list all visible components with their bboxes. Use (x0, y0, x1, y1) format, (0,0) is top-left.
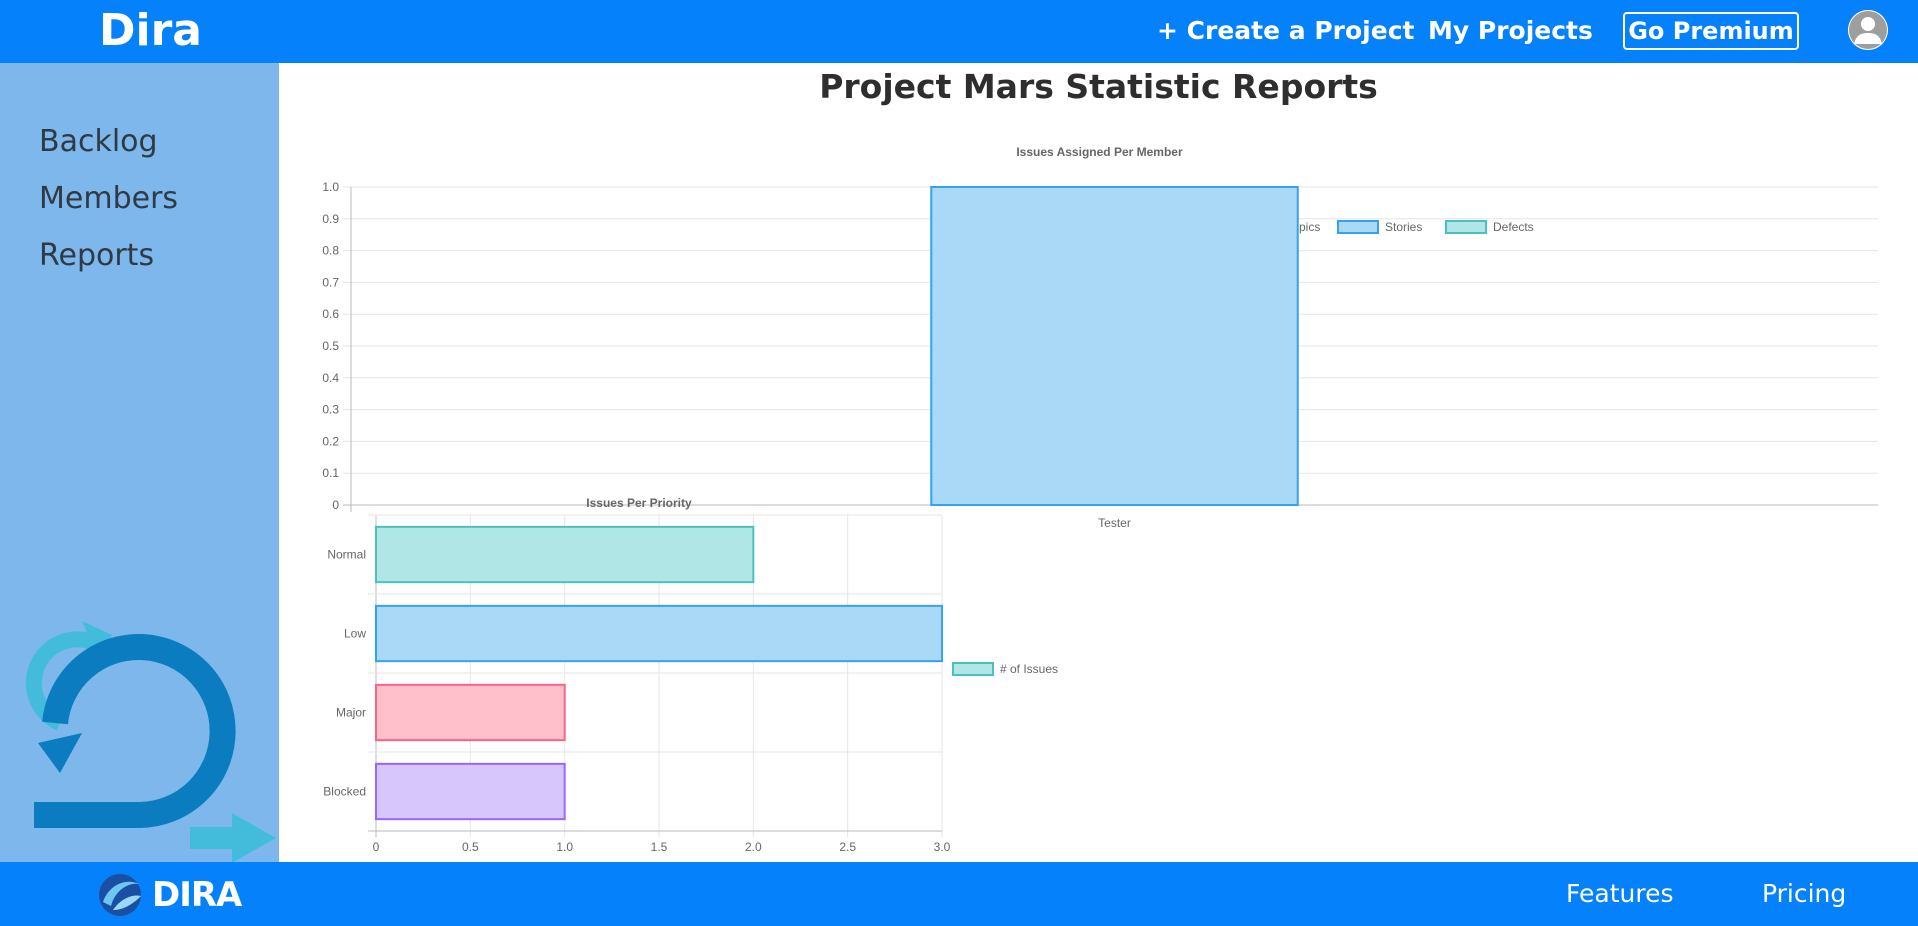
chart2-title: Issues Per Priority (586, 496, 692, 510)
sidebar-item-members[interactable]: Members (39, 179, 178, 219)
x-tick-label: 0 (373, 840, 380, 854)
y-tick-label: Low (344, 627, 366, 641)
legend-label-stories: Stories (1385, 220, 1422, 234)
bar-stories-tester (930, 186, 1299, 506)
footer-pricing-link[interactable]: Pricing (1762, 877, 1846, 911)
legend-swatch-defects (1445, 220, 1487, 234)
x-tick-label: 1.0 (556, 840, 573, 854)
dira-swirl-icon[interactable] (95, 872, 145, 923)
x-tick-label: 2.0 (745, 840, 762, 854)
y-tick-label: 0.1 (322, 466, 339, 480)
bar-major (375, 683, 566, 742)
y-tick-label: Normal (327, 548, 366, 562)
scrum-cycle-illustration (0, 583, 279, 862)
y-tick-label: 0.6 (322, 307, 339, 321)
footer-logo-text[interactable]: DIRA (152, 874, 242, 916)
legend-swatch-stories (1337, 220, 1379, 234)
y-tick-label: 0.2 (322, 434, 339, 448)
x-tick-label: 0.5 (462, 840, 479, 854)
top-navbar: Dira + Create a Project My Projects Go P… (0, 0, 1918, 63)
bar-blocked (375, 762, 566, 821)
x-tick-label: 1.5 (651, 840, 668, 854)
x-tick-label: 3.0 (934, 840, 951, 854)
user-avatar-icon[interactable] (1848, 10, 1888, 50)
create-project-link[interactable]: + Create a Project (1157, 14, 1414, 48)
y-tick-label: Major (336, 706, 366, 720)
issues-per-member-svg: Issues Assigned Per MemberEpics Stories De… (322, 145, 1878, 530)
bar-normal (375, 525, 755, 584)
footer: DIRA Features Pricing (0, 862, 1918, 926)
y-tick-label: 1.0 (322, 180, 339, 194)
footer-features-link[interactable]: Features (1566, 877, 1674, 911)
sidebar-item-reports[interactable]: Reports (39, 236, 154, 276)
issues-per-priority-chart: Issues Per Priority 0 0.5 1.0 1.5 2.0 2.5 3.0 No… (279, 483, 1179, 858)
y-tick-label: 0.7 (322, 275, 339, 289)
bar-low (375, 604, 943, 663)
main-content: Project Mars Statistic Reports Issues As… (279, 63, 1918, 862)
y-tick-label: 0.5 (322, 339, 339, 353)
issues-per-priority-svg: Issues Per Priority 0 0.5 1.0 1.5 2.0 2.5 3.0 No… (323, 496, 1058, 854)
y-tick-label: 0.3 (322, 403, 339, 417)
page-title: Project Mars Statistic Reports (819, 67, 1378, 106)
y-tick-label: 0.9 (322, 212, 339, 226)
y-tick-label: Blocked (323, 785, 366, 799)
y-tick-label: 0.4 (322, 371, 339, 385)
my-projects-link[interactable]: My Projects (1428, 14, 1593, 48)
sidebar: Backlog Members Reports (0, 63, 279, 862)
brand-logo[interactable]: Dira (99, 4, 202, 58)
x-tick-label: 2.5 (839, 840, 856, 854)
chart1-title: Issues Assigned Per Member (1016, 145, 1183, 159)
sidebar-item-backlog[interactable]: Backlog (39, 122, 158, 162)
legend-label-issues: # of Issues (1000, 662, 1058, 676)
y-tick-label: 0.8 (322, 244, 339, 258)
legend-swatch-issues (952, 662, 994, 676)
legend-label-defects: Defects (1493, 220, 1534, 234)
go-premium-button[interactable]: Go Premium (1623, 12, 1799, 50)
issues-per-member-chart: Issues Assigned Per Member Epics Stories De… (279, 120, 1918, 540)
